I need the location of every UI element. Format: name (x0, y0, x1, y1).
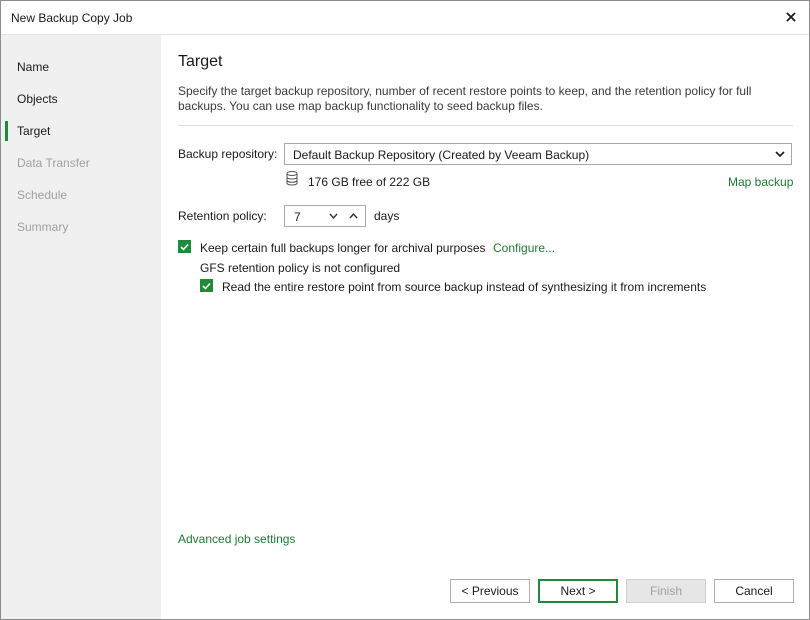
keep-full-backups-label: Keep certain full backups longer for arc… (200, 241, 486, 255)
page-title: Target (178, 53, 223, 70)
wizard-steps-sidebar: Name Objects Target Data Transfer Schedu… (1, 35, 161, 619)
chevron-up-icon (348, 213, 358, 219)
step-objects[interactable]: Objects (1, 87, 161, 111)
retention-decrement-button[interactable] (325, 209, 341, 223)
read-entire-restore-point-label: Read the entire restore point from sourc… (222, 280, 707, 294)
step-name[interactable]: Name (1, 55, 161, 79)
checkmark-icon (202, 282, 211, 290)
advanced-job-settings-link[interactable]: Advanced job settings (178, 532, 295, 546)
previous-button[interactable]: < Previous (450, 579, 530, 603)
backup-repository-value: Default Backup Repository (Created by Ve… (293, 148, 590, 162)
close-button[interactable] (779, 5, 803, 29)
backup-repository-select[interactable]: Default Backup Repository (Created by Ve… (284, 143, 792, 165)
gfs-status-text: GFS retention policy is not configured (200, 261, 401, 275)
checkmark-icon (180, 243, 189, 251)
retention-unit: days (374, 209, 400, 223)
read-entire-restore-point-checkbox[interactable] (200, 279, 213, 292)
finish-button: Finish (626, 579, 706, 603)
step-schedule: Schedule (17, 188, 68, 202)
next-button[interactable]: Next > (538, 579, 618, 603)
step-target[interactable]: Target (1, 119, 161, 143)
keep-full-backups-checkbox[interactable] (178, 240, 191, 253)
retention-policy-value: 7 (294, 210, 301, 224)
new-backup-copy-job-window: New Backup Copy Job Name Objects Target … (0, 0, 810, 620)
step-summary: Summary (17, 220, 69, 234)
repository-free-space: 176 GB free of 222 GB (308, 175, 431, 189)
retention-increment-button[interactable] (345, 209, 361, 223)
retention-policy-label: Retention policy: (178, 209, 267, 223)
configure-link[interactable]: Configure... (493, 241, 555, 255)
wizard-content: Target Specify the target backup reposit… (162, 35, 809, 619)
database-icon (286, 171, 298, 186)
close-icon (786, 12, 796, 22)
cancel-button[interactable]: Cancel (714, 579, 794, 603)
chevron-down-icon (328, 213, 338, 219)
title-bar: New Backup Copy Job (1, 1, 809, 35)
retention-policy-stepper[interactable]: 7 (284, 205, 366, 227)
divider (178, 125, 793, 126)
page-description: Specify the target backup repository, nu… (178, 84, 752, 113)
map-backup-link[interactable]: Map backup (728, 175, 793, 189)
chevron-down-icon (775, 151, 785, 158)
window-title: New Backup Copy Job (11, 11, 133, 25)
step-data-transfer: Data Transfer (17, 156, 90, 170)
backup-repository-label: Backup repository: (178, 147, 278, 161)
